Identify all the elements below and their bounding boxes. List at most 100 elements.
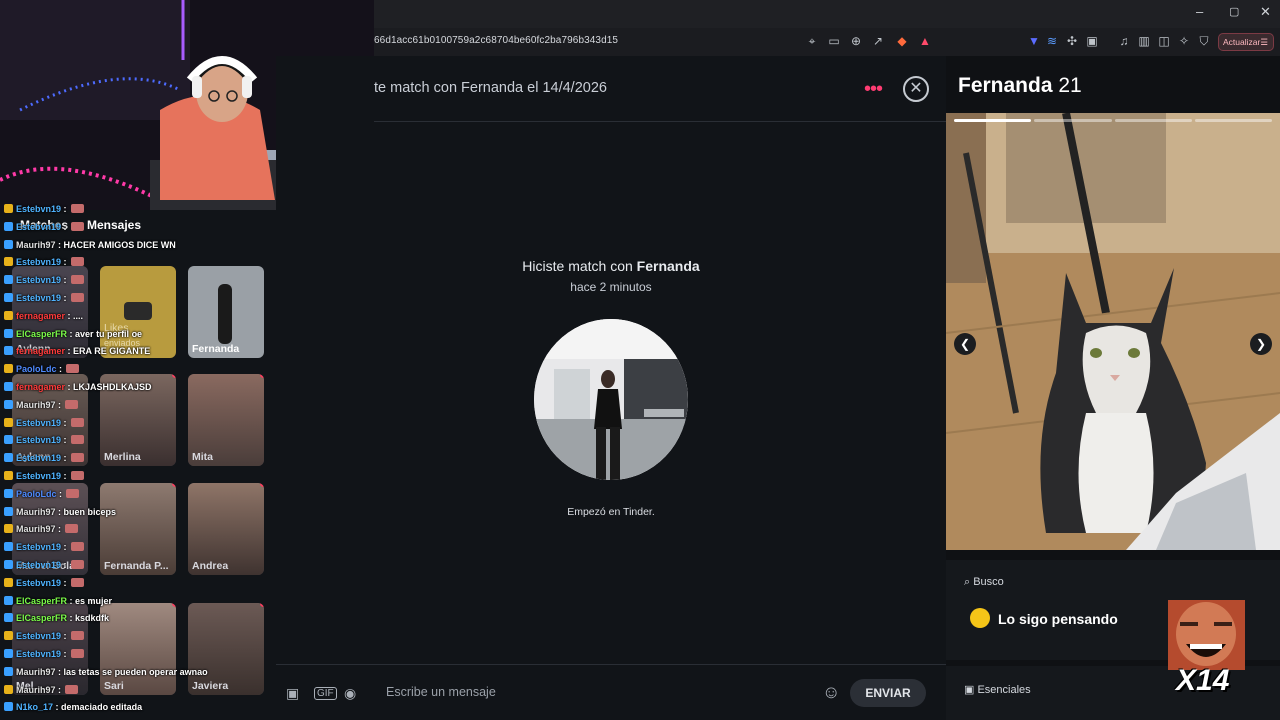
url-text[interactable]: 66d1acc61b0100759a2c68704be60fc2ba796b34… <box>374 35 618 46</box>
emoji-icon[interactable]: ☺ <box>822 682 840 703</box>
match-card-name: Merlina <box>104 451 141 463</box>
match-card[interactable]: Fernanda P... <box>100 483 176 575</box>
chat-username[interactable]: Estebvn19 <box>16 257 61 267</box>
chat-username[interactable]: Maurih97 <box>16 507 56 517</box>
chat-username[interactable]: Maurih97 <box>16 400 56 410</box>
chat-username[interactable]: Estebvn19 <box>16 649 61 659</box>
rewards-icon[interactable]: ▲ <box>917 34 933 50</box>
chat-username[interactable]: Estebvn19 <box>16 542 61 552</box>
extension-icon[interactable]: ▼ <box>1026 34 1042 50</box>
photo-progress-bar[interactable] <box>1194 119 1272 122</box>
profile-photo[interactable] <box>946 113 1280 550</box>
puzzle-icon[interactable]: ✣ <box>1064 34 1080 50</box>
screenshot-icon[interactable]: ▣ <box>1084 34 1100 50</box>
chat-username[interactable]: fernagamer <box>16 382 65 392</box>
chat-message: Maurih97 : las tetas se pueden operar aw… <box>4 666 208 683</box>
message-input[interactable]: Escribe un mensaje <box>386 685 496 699</box>
started-in-tinder-text: Empezó en Tinder. <box>567 506 655 518</box>
leo-icon[interactable]: ✧ <box>1176 34 1192 50</box>
chat-emote-icon <box>65 524 79 534</box>
match-card-fernanda[interactable]: Fernanda <box>188 266 264 358</box>
share-icon[interactable]: ↗ <box>870 34 886 50</box>
sticker-icon[interactable]: ▣ <box>286 685 299 702</box>
audio-extension-icon[interactable]: ≋ <box>1044 34 1060 50</box>
chat-username[interactable]: PaoloLdc <box>16 364 57 374</box>
prev-photo-button[interactable]: ❮ <box>954 333 976 355</box>
chat-username[interactable]: PaoloLdc <box>16 489 57 499</box>
match-card[interactable]: Andrea <box>188 483 264 575</box>
chat-username[interactable]: Estebvn19 <box>16 275 61 285</box>
photo-progress-bar[interactable] <box>1114 119 1192 122</box>
chat-message: fernagamer : ERA RE GIGANTE <box>4 346 150 362</box>
chat-text: : es mujer <box>69 595 113 606</box>
photo-progress-bar[interactable] <box>1034 119 1112 122</box>
chat-text: : <box>58 399 62 410</box>
address-bar[interactable]: 66d1acc61b0100759a2c68704be60fc2ba796b34… <box>374 28 1280 56</box>
chat-username[interactable]: Maurih97 <box>16 685 56 695</box>
chat-username[interactable]: Maurih97 <box>16 667 56 677</box>
close-window-button[interactable]: ✕ <box>1260 4 1271 20</box>
media-icon[interactable]: ♫ <box>1116 34 1132 50</box>
chat-badge-icon <box>4 631 13 641</box>
match-time: hace 2 minutos <box>570 280 652 294</box>
spotify-icon[interactable]: ◉ <box>344 685 356 702</box>
vpn-icon[interactable]: ⛉ <box>1196 34 1212 50</box>
next-photo-button[interactable]: ❯ <box>1250 333 1272 355</box>
chat-username[interactable]: Estebvn19 <box>16 453 61 463</box>
tab-messages[interactable]: Mensajes <box>87 218 141 232</box>
match-card-name: Andrea <box>192 560 229 572</box>
chat-emote-icon <box>70 649 84 658</box>
more-options-icon[interactable]: ••• <box>864 78 883 101</box>
chat-username[interactable]: Estebvn19 <box>16 293 61 303</box>
brave-shield-icon[interactable]: ◆ <box>894 34 910 50</box>
chat-text: : <box>58 524 62 535</box>
chat-username[interactable]: Estebvn19 <box>16 435 61 445</box>
chat-badge-icon <box>4 649 13 658</box>
chat-username[interactable]: Estebvn19 <box>16 578 61 588</box>
photo-progress-bar[interactable] <box>954 119 1032 122</box>
match-line-prefix: Hiciste match con <box>522 258 637 274</box>
chat-username[interactable]: Estebvn19 <box>16 631 61 641</box>
chat-badge-icon <box>4 542 13 552</box>
match-card-name: Fernanda <box>192 343 240 355</box>
new-dot <box>260 603 264 607</box>
chat-badge-icon <box>4 328 13 338</box>
location-icon[interactable]: ⌖ <box>804 34 820 50</box>
chat-username[interactable]: ElCasperFR <box>16 596 67 606</box>
chat-username[interactable]: Estebvn19 <box>16 560 61 570</box>
zoom-icon[interactable]: ⊕ <box>848 34 864 50</box>
chat-message: Estebvn19 : <box>4 649 84 665</box>
chat-emote-icon <box>70 577 84 587</box>
chat-username[interactable]: Estebvn19 <box>16 471 61 481</box>
profile-name-text: Fernanda <box>958 74 1053 97</box>
chat-username[interactable]: ElCasperFR <box>16 613 67 623</box>
chat-username[interactable]: fernagamer <box>16 311 65 321</box>
chat-username[interactable]: Maurih97 <box>16 524 56 534</box>
update-button[interactable]: Actualizar ☰ <box>1218 33 1274 51</box>
chat-username[interactable]: ElCasperFR <box>16 329 67 339</box>
match-card[interactable]: Mita <box>188 374 264 466</box>
maximize-button[interactable]: ▢ <box>1229 5 1239 18</box>
chat-text: : ERA RE GIGANTE <box>67 346 151 357</box>
chat-username[interactable]: Estebvn19 <box>16 418 61 428</box>
chat-text: : <box>63 221 67 232</box>
chat-badge-icon <box>4 293 13 302</box>
sidebar-icon[interactable]: ▥ <box>1136 34 1152 50</box>
chat-text: : <box>63 471 67 481</box>
chat-username[interactable]: Estebvn19 <box>16 204 61 214</box>
split-view-icon[interactable]: ◫ <box>1156 34 1172 50</box>
new-dot <box>172 483 176 487</box>
match-avatar[interactable] <box>534 319 688 480</box>
chat-badge-icon <box>4 684 13 694</box>
minimize-button[interactable]: – <box>1196 4 1203 19</box>
cast-icon[interactable]: ▭ <box>826 34 842 50</box>
chat-username[interactable]: Estebvn19 <box>16 222 61 232</box>
new-dot <box>260 483 264 487</box>
chat-username[interactable]: Maurih97 <box>16 240 56 250</box>
chat-text: : .... <box>67 310 84 321</box>
send-button[interactable]: ENVIAR <box>850 679 926 707</box>
close-icon[interactable]: ✕ <box>903 76 929 102</box>
chat-username[interactable]: fernagamer <box>16 346 65 356</box>
chat-username[interactable]: N1ko_17 <box>16 702 53 712</box>
gif-button[interactable]: GIF <box>314 687 337 700</box>
